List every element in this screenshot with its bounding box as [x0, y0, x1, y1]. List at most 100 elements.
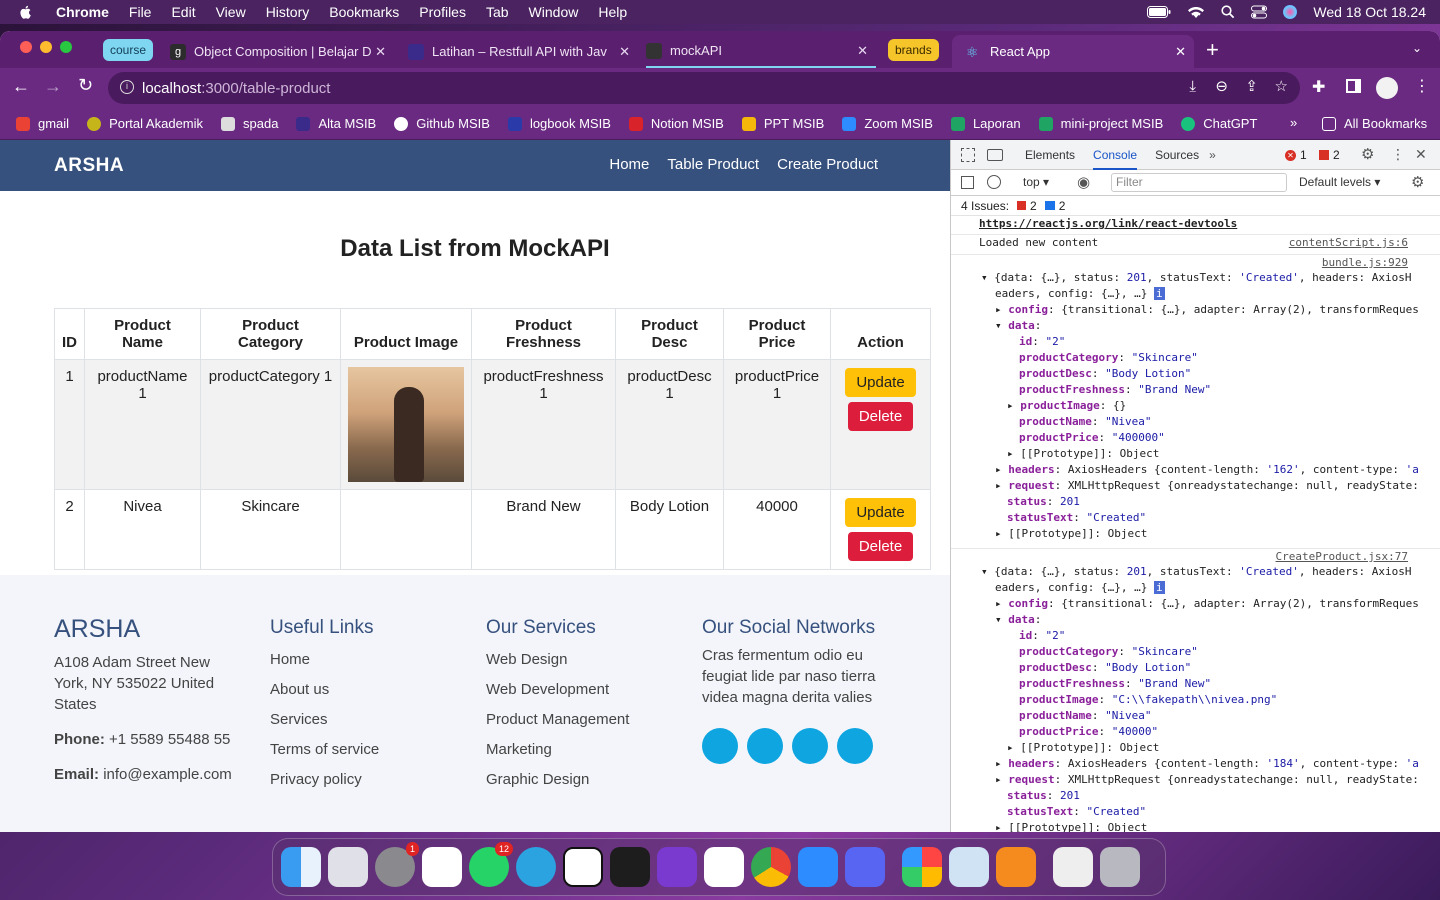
log-levels-dropdown[interactable]: Default levels ▾ [1299, 175, 1380, 189]
more-tabs-chevron-icon[interactable]: » [1209, 148, 1216, 162]
more-bookmarks-chevron-icon[interactable]: » [1290, 115, 1297, 130]
menu-view[interactable]: View [216, 4, 246, 20]
footer-service-link[interactable]: Graphic Design [486, 765, 686, 795]
tab-close-icon[interactable]: ✕ [857, 43, 868, 59]
source-link[interactable]: contentScript.js:6 [1289, 235, 1408, 251]
error-count[interactable]: ✕ 1 [1285, 148, 1307, 162]
site-info-icon[interactable]: i [120, 80, 134, 94]
tab-close-icon[interactable]: ✕ [619, 44, 630, 60]
trash-icon[interactable] [1100, 847, 1140, 887]
bookmark-spada[interactable]: spada [221, 116, 278, 131]
tab-sources[interactable]: Sources [1155, 148, 1199, 162]
clear-console-icon[interactable] [987, 175, 1001, 189]
nav-home[interactable]: Home [609, 156, 649, 173]
control-center-icon[interactable] [1251, 5, 1268, 19]
context-selector[interactable]: top ▾ [1023, 175, 1049, 189]
bookmark-gmail[interactable]: gmail [16, 116, 69, 131]
extensions-puzzle-icon[interactable]: ✚ [1312, 77, 1325, 97]
menubar-clock[interactable]: Wed 18 Oct 18.24 [1313, 4, 1426, 20]
issues-bar[interactable]: 4 Issues: 2 2 [951, 196, 1440, 216]
update-button[interactable]: Update [845, 368, 916, 397]
zoom-icon[interactable] [798, 847, 838, 887]
console-settings-gear-icon[interactable]: ⚙ [1411, 173, 1424, 191]
chrome-menu-icon[interactable]: ⋮ [1414, 76, 1430, 96]
bookmark-chatgpt[interactable]: ChatGPT [1181, 116, 1257, 131]
bookmark-portal-akademik[interactable]: Portal Akademik [87, 116, 203, 131]
source-link[interactable]: bundle.js:929 [1322, 255, 1408, 271]
tab-mockapi[interactable]: mockAPI ✕ [646, 35, 876, 68]
menu-app-name[interactable]: Chrome [56, 4, 109, 20]
site-logo[interactable]: ARSHA [54, 155, 124, 177]
close-window-button[interactable] [20, 41, 32, 53]
footer-service-link[interactable]: Web Development [486, 675, 686, 705]
menu-window[interactable]: Window [529, 4, 579, 20]
menu-help[interactable]: Help [598, 4, 627, 20]
bookmark-notion-msib[interactable]: Notion MSIB [628, 116, 724, 131]
launchpad-icon[interactable] [328, 847, 368, 887]
terminal-icon[interactable] [610, 847, 650, 887]
photos-icon[interactable] [902, 847, 942, 887]
chrome-icon[interactable] [751, 847, 791, 887]
side-panel-icon[interactable] [1346, 79, 1361, 93]
bookmark-mini-project-msib[interactable]: mini-project MSIB [1038, 116, 1163, 131]
devtools-menu-icon[interactable]: ⋮ [1391, 146, 1405, 163]
menu-profiles[interactable]: Profiles [419, 4, 466, 20]
delete-button[interactable]: Delete [847, 532, 914, 561]
tab-object-composition[interactable]: g Object Composition | Belajar D ✕ [170, 35, 394, 68]
footer-link[interactable]: Home [270, 645, 470, 675]
siri-icon[interactable] [1283, 5, 1298, 19]
spotlight-search-icon[interactable] [1221, 5, 1235, 19]
source-link[interactable]: CreateProduct.jsx:77 [1276, 549, 1408, 565]
live-expression-eye-icon[interactable]: ◉ [1077, 173, 1090, 191]
footer-link[interactable]: Privacy policy [270, 765, 470, 795]
tab-elements[interactable]: Elements [1025, 148, 1075, 162]
telegram-icon[interactable] [516, 847, 556, 887]
tab-latihan-restfull[interactable]: Latihan – Restfull API with Jav ✕ [408, 35, 638, 68]
zoom-icon[interactable]: ⊖ [1215, 77, 1228, 95]
nav-table-product[interactable]: Table Product [667, 156, 759, 173]
react-devtools-link[interactable]: https://reactjs.org/link/react-devtools [979, 217, 1237, 230]
devtools-close-icon[interactable]: ✕ [1415, 146, 1427, 163]
vscode-icon[interactable] [704, 847, 744, 887]
install-app-icon[interactable]: ⤓ [1189, 78, 1196, 95]
zoom-window-button[interactable] [60, 41, 72, 53]
warning-count[interactable]: 2 [1319, 148, 1340, 162]
bookmark-laporan[interactable]: Laporan [950, 116, 1021, 131]
minimize-window-button[interactable] [40, 41, 52, 53]
bookmark-alta-msib[interactable]: Alta MSIB [296, 116, 376, 131]
preview-icon[interactable] [949, 847, 989, 887]
finder-icon[interactable] [281, 847, 321, 887]
nav-create-product[interactable]: Create Product [777, 156, 878, 173]
all-bookmarks-folder[interactable]: All Bookmarks [1322, 116, 1427, 131]
footer-link[interactable]: Terms of service [270, 735, 470, 765]
wifi-icon[interactable] [1187, 5, 1205, 19]
menu-history[interactable]: History [266, 4, 310, 20]
device-toolbar-icon[interactable] [987, 148, 1003, 161]
footer-service-link[interactable]: Product Management [486, 705, 686, 735]
reload-icon[interactable]: ↻ [78, 75, 93, 96]
back-arrow-icon[interactable]: ← [12, 76, 30, 97]
system-settings-icon[interactable]: 1 [375, 842, 419, 887]
profile-avatar[interactable] [1376, 77, 1398, 99]
menu-edit[interactable]: Edit [171, 4, 195, 20]
twitter-icon[interactable] [702, 728, 738, 764]
instagram-icon[interactable] [792, 728, 828, 764]
documents-stack-icon[interactable] [1053, 847, 1093, 887]
footer-link[interactable]: Services [270, 705, 470, 735]
linkedin-icon[interactable] [837, 728, 873, 764]
console-sidebar-icon[interactable] [961, 176, 974, 189]
console-filter-input[interactable]: Filter [1111, 173, 1287, 192]
bookmark-github-msib[interactable]: Github MSIB [394, 116, 490, 131]
facebook-icon[interactable] [747, 728, 783, 764]
delete-button[interactable]: Delete [847, 402, 914, 431]
menu-tab[interactable]: Tab [486, 4, 509, 20]
new-tab-icon[interactable]: + [1206, 37, 1219, 63]
github-desktop-icon[interactable] [657, 847, 697, 887]
pages-icon[interactable] [996, 847, 1036, 887]
tab-console[interactable]: Console [1093, 148, 1138, 170]
bookmark-ppt-msib[interactable]: PPT MSIB [741, 116, 824, 131]
tab-react-app[interactable]: ⚛ React App ✕ [952, 35, 1194, 68]
discord-icon[interactable] [845, 847, 885, 887]
tab-close-icon[interactable]: ✕ [1175, 44, 1186, 60]
whatsapp-icon[interactable]: 12 [469, 842, 513, 887]
